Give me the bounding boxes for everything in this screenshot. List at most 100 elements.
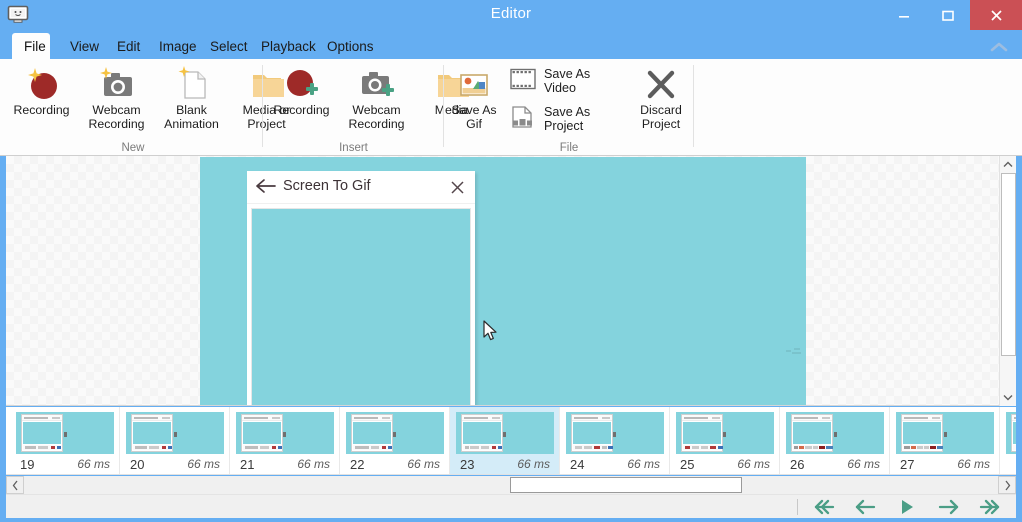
filmstrip[interactable]: 19 66 ms 20 66 ms 21 66 ms 22 66 ms 23 6…	[6, 407, 1016, 475]
mini-titlebar	[132, 415, 172, 421]
mini-body	[243, 422, 281, 444]
mini-toolbar	[903, 445, 943, 450]
frame-thumbnail[interactable]: 27 66 ms	[890, 407, 1000, 474]
frame-thumbnail[interactable]: 26 66 ms	[780, 407, 890, 474]
mini-dialog	[461, 414, 503, 452]
new-blank-animation-button[interactable]: Blank Animation	[154, 59, 229, 139]
dialog-content-area	[251, 208, 471, 405]
frame-meta: 21 66 ms	[230, 456, 340, 472]
ribbon-group-insert: Recording Webcam Recording Media Insert	[264, 59, 469, 155]
mini-dialog	[241, 414, 283, 452]
scroll-left-chevron-icon[interactable]	[6, 476, 24, 494]
next-frame-button[interactable]	[936, 496, 962, 518]
frame-thumbnail-partial[interactable]	[1000, 407, 1016, 474]
frame-thumbnail[interactable]: 20 66 ms	[120, 407, 230, 474]
mini-dialog	[791, 414, 833, 452]
back-arrow-icon[interactable]	[255, 178, 277, 199]
play-button[interactable]	[894, 496, 920, 518]
mini-body	[573, 422, 611, 444]
playback-controls	[810, 495, 1004, 519]
ribbon-group-new-label: New	[121, 142, 145, 154]
minimize-button[interactable]	[882, 0, 926, 30]
window-controls	[882, 0, 1022, 30]
save-as-project-label: Save As Project	[544, 105, 591, 133]
first-frame-button[interactable]	[810, 496, 836, 518]
scroll-down-chevron-icon[interactable]	[1000, 389, 1016, 406]
thumbnail-image	[676, 412, 774, 454]
mini-dialog	[131, 414, 173, 452]
frame-meta: 25 66 ms	[670, 456, 780, 472]
insert-recording-button[interactable]: Recording	[264, 59, 339, 139]
save-as-gif-button[interactable]: Save As Gif	[445, 59, 503, 139]
maximize-button[interactable]	[926, 0, 970, 30]
tab-edit[interactable]: Edit	[105, 33, 152, 59]
thumbnail-image	[346, 412, 444, 454]
insert-webcam-recording-label: Webcam Recording	[348, 103, 405, 131]
mini-titlebar	[572, 415, 612, 421]
filmstrip-horizontal-scrollbar[interactable]	[6, 476, 1016, 494]
horizontal-scroll-thumb[interactable]	[510, 477, 742, 493]
frame-thumbnail[interactable]: 25 66 ms	[670, 407, 780, 474]
previous-frame-button[interactable]	[852, 496, 878, 518]
screen-to-gif-dialog: Screen To Gif	[247, 171, 475, 405]
mini-toolbar	[573, 445, 613, 450]
mini-body	[903, 422, 941, 444]
tab-image-label: Image	[159, 38, 197, 54]
last-frame-button[interactable]	[978, 496, 1004, 518]
discard-project-button[interactable]: Discard Project	[629, 59, 693, 139]
collapse-ribbon-chevron-up-icon[interactable]	[988, 38, 1010, 56]
tab-playback-label: Playback	[261, 38, 316, 54]
new-recording-button[interactable]: Recording	[4, 59, 79, 139]
mini-titlebar	[22, 415, 62, 421]
thumbnail-image	[786, 412, 884, 454]
scroll-up-chevron-icon[interactable]	[1000, 156, 1016, 173]
save-commands-column: Save As Video Save As Project	[503, 59, 629, 139]
frame-thumbnail[interactable]: 19 66 ms	[10, 407, 120, 474]
thumbnail-image	[236, 412, 334, 454]
frame-index: 23	[460, 456, 475, 472]
tab-view[interactable]: View	[58, 33, 111, 59]
dialog-titlebar: Screen To Gif	[247, 171, 475, 204]
mini-titlebar	[462, 415, 502, 421]
save-as-video-button[interactable]: Save As Video	[503, 62, 629, 100]
mini-body	[463, 422, 501, 444]
frame-thumbnail[interactable]: 21 66 ms	[230, 407, 340, 474]
save-as-project-button[interactable]: Save As Project	[503, 100, 629, 138]
scroll-right-chevron-icon[interactable]	[998, 476, 1016, 494]
mini-body	[1013, 422, 1016, 444]
mini-titlebar	[902, 415, 942, 421]
frame-meta: 19 66 ms	[10, 456, 120, 472]
insert-recording-label: Recording	[273, 103, 330, 117]
frame-thumbnail[interactable]: 24 66 ms	[560, 407, 670, 474]
frame-meta: 24 66 ms	[560, 456, 670, 472]
mini-dialog	[571, 414, 613, 452]
vertical-scroll-thumb[interactable]	[1001, 173, 1016, 356]
mini-titlebar	[792, 415, 832, 421]
ribbon-group-new: Recording Webcam Recording Blank Animati…	[4, 59, 290, 155]
new-recording-label: Recording	[13, 103, 70, 117]
editor-window: Editor File View Edit Image Select Playb…	[0, 0, 1022, 522]
frame-thumbnail[interactable]: 22 66 ms	[340, 407, 450, 474]
thumbnail-image	[896, 412, 994, 454]
new-webcam-recording-button[interactable]: Webcam Recording	[79, 59, 154, 139]
frame-meta: 27 66 ms	[890, 456, 1000, 472]
mini-dialog	[901, 414, 943, 452]
mini-titlebar	[1012, 415, 1016, 421]
mini-toolbar	[133, 445, 172, 450]
preview-canvas[interactable]: Screen To Gif	[6, 156, 1016, 406]
canvas-vertical-scrollbar[interactable]	[999, 156, 1016, 406]
dialog-title: Screen To Gif	[283, 178, 371, 194]
close-button[interactable]	[970, 0, 1022, 30]
tab-file[interactable]: File	[12, 33, 50, 59]
dialog-close-icon[interactable]	[450, 180, 465, 200]
record-new-icon	[22, 64, 62, 100]
tab-options[interactable]: Options	[315, 33, 386, 59]
frame-thumbnail-selected[interactable]: 23 66 ms	[450, 407, 560, 474]
tab-edit-label: Edit	[117, 38, 141, 54]
tab-options-label: Options	[327, 38, 374, 54]
ribbon-group-file-label: File	[559, 142, 579, 154]
frame-index: 27	[900, 456, 915, 472]
insert-webcam-recording-button[interactable]: Webcam Recording	[339, 59, 414, 139]
webcam-new-icon	[95, 64, 139, 100]
frame-meta: 22 66 ms	[340, 456, 450, 472]
